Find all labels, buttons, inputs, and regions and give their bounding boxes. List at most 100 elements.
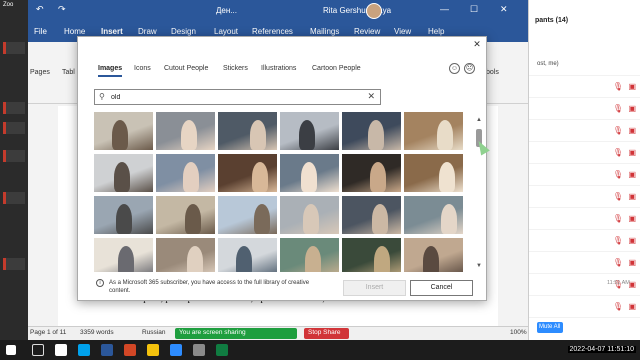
image-thumbnail[interactable] [156,196,215,234]
chrome-icon[interactable] [147,344,159,356]
scroll-up-icon[interactable]: ▲ [475,117,483,125]
image-thumbnail[interactable] [342,112,401,150]
stock-images-dialog: ✕ Images Icons Cutout People Stickers Il… [77,36,487,301]
image-thumbnail[interactable] [280,196,339,234]
maximize-icon[interactable]: ☐ [470,4,478,15]
frown-feedback-icon[interactable]: ☹ [464,63,475,74]
edge-icon[interactable] [78,344,90,356]
participant-row[interactable]: 🎙 ▣ [529,76,640,98]
tab-references[interactable]: References [252,27,293,36]
photo-figure [254,204,270,234]
cancel-button[interactable]: Cancel [410,280,473,296]
symbols-button[interactable]: bols [486,69,499,76]
close-icon[interactable]: ✕ [470,39,484,53]
powerpoint-icon[interactable] [124,344,136,356]
video-tile[interactable] [3,42,25,54]
tab-icons[interactable]: Icons [134,65,151,72]
participant-row[interactable]: 🎙 ▣ [529,164,640,186]
stop-share-button[interactable]: Stop Share [304,328,349,339]
image-thumbnail[interactable] [94,238,153,272]
tab-cutout-people[interactable]: Cutout People [164,65,208,72]
tab-cartoon-people[interactable]: Cartoon People [312,65,361,72]
tab-mailings[interactable]: Mailings [310,27,339,36]
task-view-icon[interactable] [55,344,67,356]
tab-home[interactable]: Home [64,27,85,36]
search-icon[interactable] [32,344,44,356]
video-tile[interactable] [3,102,25,114]
image-thumbnail[interactable] [342,238,401,272]
image-thumbnail[interactable] [156,154,215,192]
excel-icon[interactable] [216,344,228,356]
insert-button[interactable]: Insert [343,280,406,296]
participant-row[interactable]: 🎙 ▣ [529,186,640,208]
mute-all-button[interactable]: Mute All [537,322,563,333]
minimize-icon[interactable]: — [440,4,449,14]
image-thumbnail[interactable] [280,154,339,192]
scroll-down-icon[interactable]: ▼ [475,263,483,271]
participant-row[interactable]: 🎙 ▣ [529,142,640,164]
image-thumbnail[interactable] [94,196,153,234]
image-thumbnail[interactable] [280,238,339,272]
image-thumbnail[interactable] [94,154,153,192]
image-thumbnail[interactable] [218,238,277,272]
tab-insert[interactable]: Insert [101,27,123,36]
participant-row[interactable]: 🎙 ▣ [529,98,640,120]
tab-design[interactable]: Design [171,27,196,36]
zoom-icon[interactable] [170,344,182,356]
zoom-level[interactable]: 100% [510,329,527,336]
video-tile[interactable] [3,258,25,270]
image-thumbnail[interactable] [342,196,401,234]
close-window-icon[interactable]: ✕ [500,4,508,15]
participant-row[interactable]: 🎙 ▣ [529,296,640,318]
image-thumbnail[interactable] [218,196,277,234]
smile-feedback-icon[interactable]: ☺ [449,63,460,74]
muted-mic-icon: 🎙 [612,192,623,201]
pages-button[interactable]: Pages [30,69,50,76]
image-thumbnail[interactable] [156,112,215,150]
video-tile[interactable] [3,192,25,204]
taskbar-clock: 2022-04-07 11:51:10 [567,346,636,353]
image-thumbnail[interactable] [404,112,463,150]
start-icon[interactable] [6,345,16,355]
image-thumbnail[interactable] [404,154,463,192]
clear-search-icon[interactable]: ✕ [367,91,375,102]
video-tile[interactable] [3,122,25,134]
word-icon[interactable] [101,344,113,356]
photo-figure [114,162,130,192]
tab-view[interactable]: View [394,27,411,36]
image-thumbnail[interactable] [280,112,339,150]
undo-icon[interactable]: ↶ [36,4,44,15]
image-thumbnail[interactable] [404,238,463,272]
document-title: Ден... [216,6,237,15]
participant-row[interactable]: 🎙 ▣ [529,208,640,230]
image-thumbnail[interactable] [218,154,277,192]
image-thumbnail[interactable] [156,238,215,272]
video-tile[interactable] [3,150,25,162]
photo-figure [439,162,455,192]
image-thumbnail[interactable] [404,196,463,234]
tab-help[interactable]: Help [428,27,444,36]
redo-icon[interactable]: ↷ [58,4,66,15]
language-indicator[interactable]: Russian [142,329,165,336]
tab-file[interactable]: File [34,27,47,36]
muted-mic-icon: 🎙 [612,258,623,267]
video-off-icon: ▣ [628,192,636,201]
tab-stickers[interactable]: Stickers [223,65,248,72]
image-thumbnail[interactable] [94,112,153,150]
tab-review[interactable]: Review [354,27,380,36]
tab-illustrations[interactable]: Illustrations [261,65,296,72]
image-thumbnail[interactable] [218,112,277,150]
participant-row[interactable]: 🎙 ▣ [529,230,640,252]
explorer-icon[interactable] [193,344,205,356]
image-thumbnail[interactable] [342,154,401,192]
table-button[interactable]: Tabl [62,69,75,76]
participant-row[interactable]: ost, me) [529,54,640,76]
search-input[interactable] [111,92,351,103]
tab-draw[interactable]: Draw [138,27,157,36]
participant-row[interactable]: 🎙 ▣ [529,252,640,274]
avatar[interactable] [366,3,382,19]
tab-images[interactable]: Images [98,65,123,77]
participant-row[interactable]: 🎙 ▣ [529,120,640,142]
tab-layout[interactable]: Layout [214,27,238,36]
photo-figure [368,120,384,150]
